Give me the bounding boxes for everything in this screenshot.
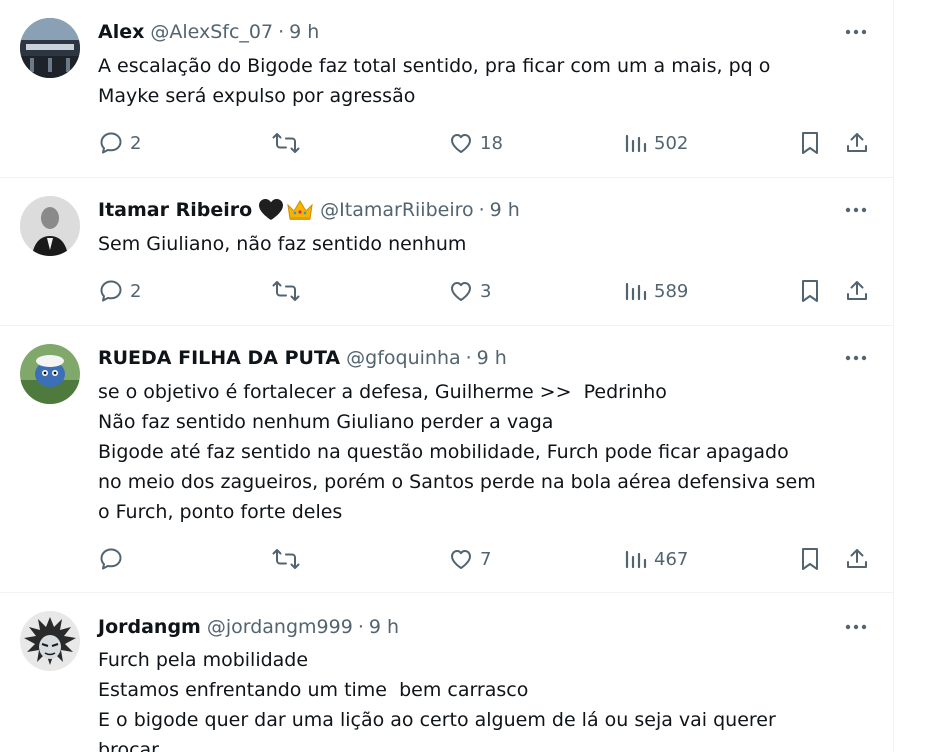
separator-dot: · [465,347,472,369]
user-handle[interactable]: @ItamarRiibeiro [320,199,473,221]
heart-icon [451,134,471,153]
bookmark-button[interactable] [798,544,822,574]
like-count: 7 [480,548,492,570]
tweet-text-line: Furch pela mobilidade [98,649,309,671]
reply-button[interactable]: 2 [98,276,141,306]
bookmark-icon [802,132,818,154]
timestamp[interactable]: 9 h [369,616,399,638]
share-button[interactable] [844,544,870,574]
tweet-text-line: Bigode até faz sentido na questão mobili… [98,441,789,463]
retweet-icon [272,549,300,569]
share-icon [847,281,867,300]
analytics-icon [625,550,647,569]
tweet-text: se o objetivo é fortalecer a defesa, Gui… [98,377,878,527]
tweet-text-line: o Furch, ponto forte deles [98,501,343,523]
like-button[interactable]: 18 [448,128,503,158]
tweet[interactable]: RUEDA FILHA DA PUTA @gfoquinha · 9 h se … [0,326,893,593]
avatar[interactable] [20,196,80,256]
tweet-header: Jordangm @jordangm999 · 9 h [98,614,399,640]
avatar[interactable] [20,611,80,671]
retweet-icon [272,133,300,153]
views-button[interactable]: 502 [624,128,688,158]
timestamp[interactable]: 9 h [490,199,520,221]
display-name[interactable]: Itamar Ribeiro [98,199,252,221]
like-button[interactable]: 7 [448,544,491,574]
display-name[interactable]: Jordangm [98,616,201,638]
analytics-icon [625,282,647,301]
views-button[interactable]: 589 [624,276,688,306]
reply-icon [100,132,122,154]
view-count: 589 [654,280,689,302]
reply-icon [100,548,122,570]
black-heart-icon [259,199,284,220]
avatar[interactable] [20,344,80,404]
reply-button[interactable]: 2 [98,128,141,158]
reply-count: 2 [130,280,142,302]
tweet-header: Itamar Ribeiro @ItamarRiibeiro · 9 h [98,197,520,223]
more-options-icon[interactable] [843,348,869,368]
separator-dot: · [357,616,364,638]
tweet-text-line: Não faz sentido nenhum Giuliano perder a… [98,411,554,433]
tweet-header: RUEDA FILHA DA PUTA @gfoquinha · 9 h [98,345,507,371]
tweet-text: A escalação do Bigode faz total sentido,… [98,51,878,111]
retweet-button[interactable] [272,544,306,574]
retweet-icon [272,281,300,301]
user-handle[interactable]: @AlexSfc_07 [150,21,273,43]
user-handle[interactable]: @jordangm999 [207,616,353,638]
tweet-actions: 2 3 589 [98,276,878,306]
views-button[interactable]: 467 [624,544,688,574]
avatar[interactable] [20,18,80,78]
reply-count: 2 [130,132,142,154]
tweet[interactable]: Itamar Ribeiro @ItamarRiibeiro · 9 h Sem… [0,178,893,326]
tweet-header: Alex @AlexSfc_07 · 9 h [98,19,319,45]
timestamp[interactable]: 9 h [289,21,319,43]
analytics-icon [625,134,647,153]
tweet-text: Sem Giuliano, não faz sentido nenhum [98,229,878,259]
crown-icon [287,200,313,220]
like-count: 3 [480,280,492,302]
user-handle[interactable]: @gfoquinha [346,347,460,369]
display-name[interactable]: Alex [98,21,144,43]
tweet-text-line: E o bigode quer dar uma lição ao certo a… [98,709,776,731]
tweet-actions: 7 467 [98,544,878,574]
bookmark-icon [802,548,818,570]
tweet-text-line: A escalação do Bigode faz total sentido,… [98,55,771,77]
share-icon [847,133,867,152]
more-options-icon[interactable] [843,617,869,637]
more-options-icon[interactable] [843,200,869,220]
separator-dot: · [478,199,485,221]
share-button[interactable] [844,128,870,158]
heart-icon [451,282,471,301]
view-count: 467 [654,548,689,570]
display-name[interactable]: RUEDA FILHA DA PUTA [98,347,340,369]
tweet-text-line: no meio dos zagueiros, porém o Santos pe… [98,471,816,493]
share-icon [847,549,867,568]
tweet-text-line: brocar [98,739,159,752]
tweet[interactable]: Alex @AlexSfc_07 · 9 h A escalação do Bi… [0,0,893,178]
tweet-feed: Alex @AlexSfc_07 · 9 h A escalação do Bi… [0,0,894,752]
tweet-text-line: Sem Giuliano, não faz sentido nenhum [98,233,467,255]
like-button[interactable]: 3 [448,276,491,306]
tweet-actions: 2 18 502 [98,128,878,158]
share-button[interactable] [844,276,870,306]
like-count: 18 [480,132,503,154]
reply-icon [100,280,122,302]
name-emojis [258,198,314,222]
tweet-text-line: se o objetivo é fortalecer a defesa, Gui… [98,381,667,403]
reply-button[interactable] [98,544,130,574]
tweet[interactable]: Jordangm @jordangm999 · 9 h Furch pela m… [0,593,893,752]
tweet-text-line: Estamos enfrentando um time bem carrasco [98,679,529,701]
more-options-icon[interactable] [843,22,869,42]
bookmark-button[interactable] [798,276,822,306]
tweet-text: Furch pela mobilidade Estamos enfrentand… [98,645,878,752]
separator-dot: · [278,21,285,43]
retweet-button[interactable] [272,276,306,306]
bookmark-button[interactable] [798,128,822,158]
retweet-button[interactable] [272,128,306,158]
tweet-text-line: Mayke será expulso por agressão [98,85,416,107]
view-count: 502 [654,132,689,154]
heart-icon [451,550,471,569]
timestamp[interactable]: 9 h [477,347,507,369]
bookmark-icon [802,280,818,302]
